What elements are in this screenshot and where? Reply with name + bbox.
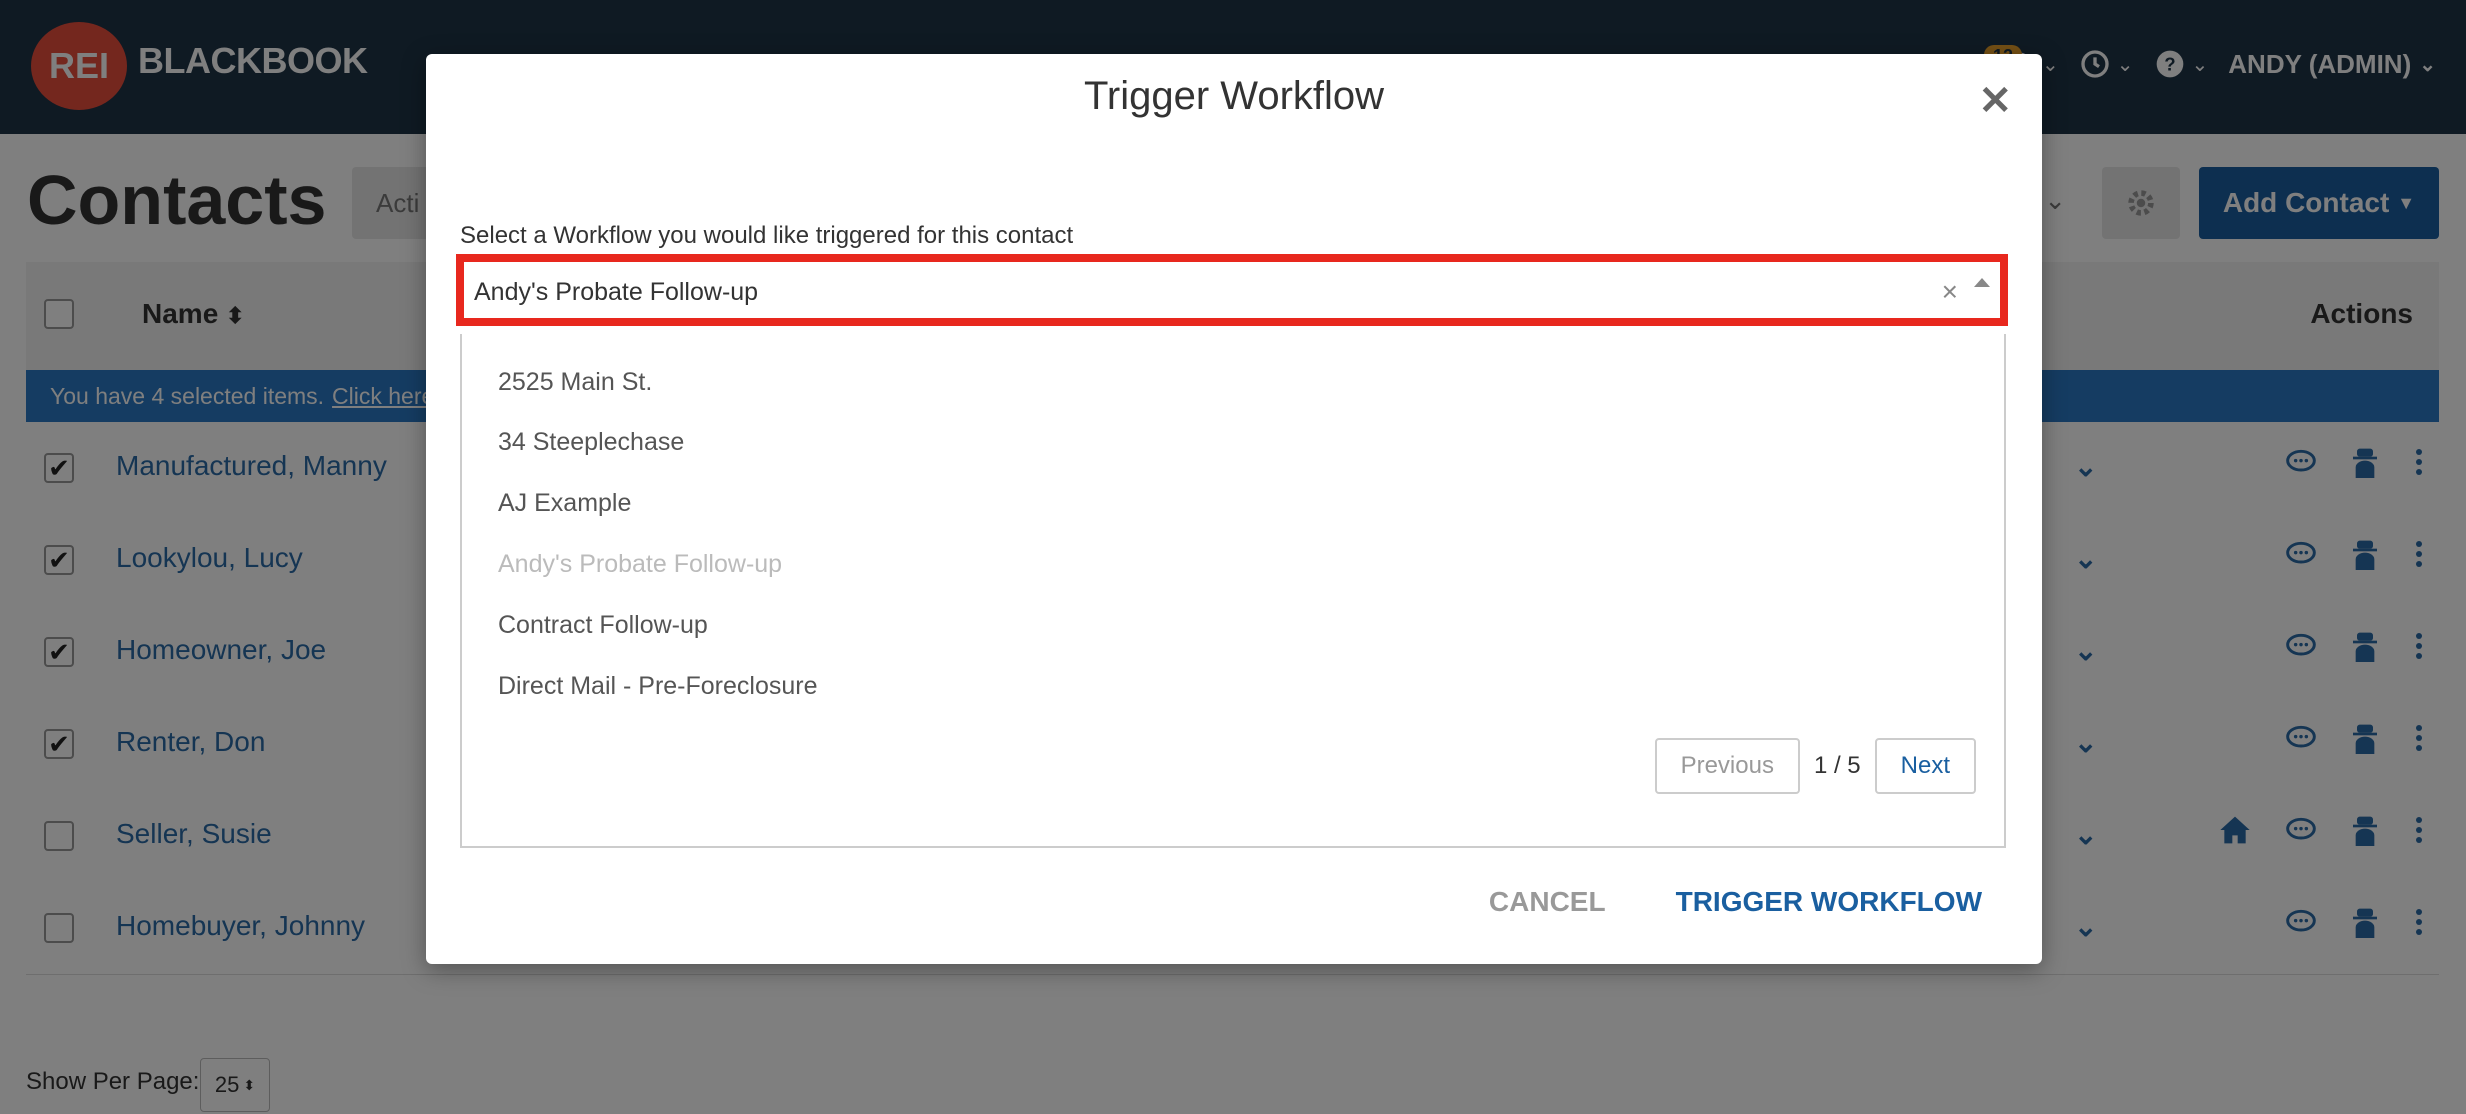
workflow-option-selected: Andy's Probate Follow-up (498, 550, 783, 578)
modal-footer: CANCEL TRIGGER WORKFLOW (1489, 886, 1982, 918)
trigger-workflow-button[interactable]: TRIGGER WORKFLOW (1676, 886, 1982, 918)
page-indicator: 1 / 5 (1813, 752, 1861, 779)
trigger-workflow-modal: Trigger Workflow ✕ Select a Workflow you… (426, 54, 2042, 964)
cancel-button[interactable]: CANCEL (1489, 886, 1606, 918)
workflow-option[interactable]: 2525 Main St. (498, 368, 652, 397)
clear-icon[interactable]: × (1942, 276, 1958, 308)
workflow-select-label: Select a Workflow you would like trigger… (460, 222, 1074, 249)
previous-page-button[interactable]: Previous (1654, 738, 1800, 794)
workflow-option[interactable]: 34 Steeplechase (498, 428, 684, 457)
workflow-select[interactable]: Andy's Probate Follow-up × (456, 254, 2008, 326)
next-page-button[interactable]: Next (1874, 738, 1976, 794)
workflow-option[interactable]: AJ Example (498, 489, 631, 518)
workflow-option[interactable]: Contract Follow-up (498, 611, 708, 640)
workflow-select-value: Andy's Probate Follow-up (474, 278, 759, 306)
workflow-option[interactable]: Direct Mail - Pre-Foreclosure (498, 672, 818, 701)
caret-up-icon[interactable] (1974, 278, 1990, 287)
dropdown-pager: Previous 1 / 5 Next (1654, 738, 1976, 794)
workflow-dropdown: 2525 Main St. 34 Steeplechase AJ Example… (460, 334, 2006, 848)
close-icon[interactable]: ✕ (1978, 78, 2012, 124)
modal-title: Trigger Workflow (1083, 74, 1385, 118)
